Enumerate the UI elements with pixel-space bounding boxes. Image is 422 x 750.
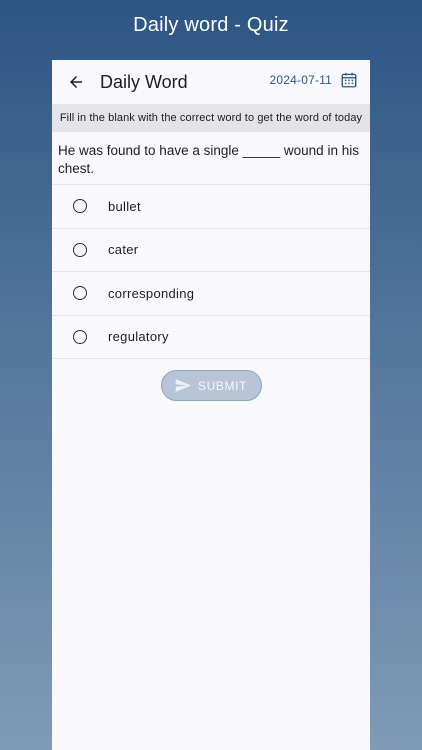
option-regulatory[interactable]: regulatory (52, 316, 370, 359)
date-label: 2024-07-11 (269, 73, 332, 87)
option-cater[interactable]: cater (52, 229, 370, 272)
option-corresponding[interactable]: corresponding (52, 272, 370, 316)
instruction-banner: Fill in the blank with the correct word … (52, 104, 370, 132)
radio-button[interactable] (73, 199, 87, 214)
screen-title: Daily word - Quiz (133, 14, 289, 36)
radio-button[interactable] (73, 329, 87, 344)
radio-button[interactable] (73, 286, 87, 301)
submit-container: SUBMIT (52, 370, 370, 401)
option-label: corresponding (108, 285, 195, 301)
submit-label: SUBMIT (198, 378, 247, 393)
arrow-left-icon (70, 76, 82, 88)
option-label: regulatory (108, 329, 169, 345)
date-picker[interactable]: 2024-07-11 (270, 71, 359, 89)
option-label: bullet (108, 198, 141, 214)
radio-button[interactable] (73, 242, 87, 257)
page-title: Daily Word (100, 71, 188, 92)
option-bullet[interactable]: bullet (52, 185, 370, 229)
option-label: cater (108, 242, 139, 258)
send-icon (175, 379, 192, 392)
question-text: He was found to have a single _____ woun… (52, 132, 370, 185)
calendar-icon[interactable] (340, 71, 358, 89)
quiz-card: Daily Word 2024-07-11 Fill in the blank … (52, 60, 370, 750)
back-button[interactable] (64, 70, 88, 94)
submit-button[interactable]: SUBMIT (160, 370, 262, 401)
app-bar: Daily Word 2024-07-11 (52, 60, 370, 104)
